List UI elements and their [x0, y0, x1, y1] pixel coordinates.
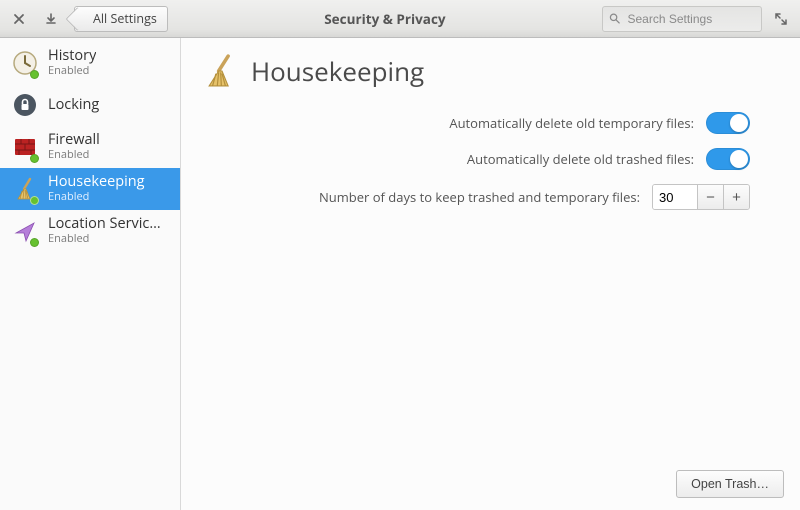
- body: History Enabled Locking Firewall Enabled: [0, 38, 800, 510]
- close-icon: [13, 13, 25, 25]
- open-trash-button[interactable]: Open Trash…: [676, 470, 784, 498]
- page-title: Housekeeping: [251, 53, 424, 89]
- label-trash-files: Automatically delete old trashed files:: [467, 150, 694, 168]
- main-panel: Housekeeping Automatically delete old te…: [181, 38, 800, 510]
- search-field[interactable]: [602, 6, 762, 32]
- label-temp-files: Automatically delete old temporary files…: [449, 114, 694, 132]
- settings-rows: Automatically delete old temporary files…: [201, 112, 780, 210]
- download-icon: [44, 12, 58, 26]
- toggle-trash-files[interactable]: [706, 148, 750, 170]
- days-spinner: − +: [652, 184, 750, 210]
- label-days: Number of days to keep trashed and tempo…: [319, 188, 640, 206]
- sidebar: History Enabled Locking Firewall Enabled: [0, 38, 181, 510]
- broom-icon: [201, 52, 239, 90]
- sidebar-item-status: Enabled: [48, 149, 100, 162]
- sidebar-item-status: Enabled: [48, 65, 96, 78]
- lock-icon: [10, 90, 40, 120]
- row-temp-files: Automatically delete old temporary files…: [449, 112, 750, 134]
- sidebar-item-status: Enabled: [48, 191, 145, 204]
- days-input[interactable]: [653, 185, 697, 209]
- sidebar-item-status: Enabled: [48, 233, 161, 246]
- footer: Open Trash…: [676, 470, 784, 498]
- days-increment[interactable]: +: [723, 185, 749, 209]
- row-trash-files: Automatically delete old trashed files:: [467, 148, 750, 170]
- window-title: Security & Privacy: [174, 10, 596, 28]
- sidebar-item-history[interactable]: History Enabled: [0, 42, 180, 84]
- window-header: All Settings Security & Privacy: [0, 0, 800, 38]
- sidebar-item-location[interactable]: Location Servic… Enabled: [0, 210, 180, 252]
- maximize-icon: [774, 12, 788, 26]
- download-button[interactable]: [38, 6, 64, 32]
- row-days: Number of days to keep trashed and tempo…: [319, 184, 750, 210]
- search-input[interactable]: [625, 11, 755, 27]
- status-dot: [30, 238, 39, 247]
- page-header: Housekeeping: [201, 52, 780, 90]
- close-button[interactable]: [6, 6, 32, 32]
- back-all-settings[interactable]: All Settings: [74, 6, 168, 32]
- back-label: All Settings: [93, 10, 157, 27]
- maximize-button[interactable]: [768, 6, 794, 32]
- sidebar-item-locking[interactable]: Locking: [0, 84, 180, 126]
- status-dot: [30, 154, 39, 163]
- sidebar-item-label: Locking: [48, 97, 99, 114]
- search-icon: [609, 12, 620, 25]
- status-dot: [30, 196, 39, 205]
- sidebar-item-firewall[interactable]: Firewall Enabled: [0, 126, 180, 168]
- toggle-temp-files[interactable]: [706, 112, 750, 134]
- days-decrement[interactable]: −: [697, 185, 723, 209]
- status-dot: [30, 70, 39, 79]
- sidebar-item-housekeeping[interactable]: Housekeeping Enabled: [0, 168, 180, 210]
